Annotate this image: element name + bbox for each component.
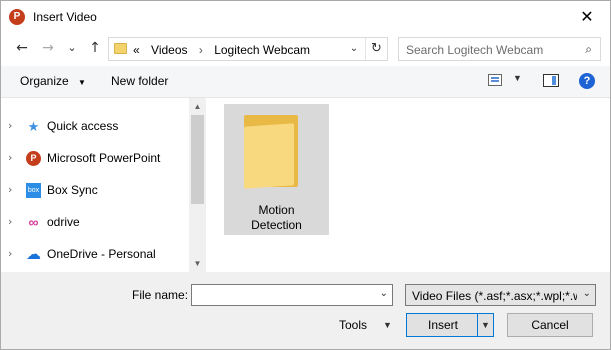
breadcrumb-overflow[interactable]: «	[133, 43, 140, 57]
preview-pane-icon[interactable]	[543, 74, 559, 87]
insert-video-dialog: P Insert Video ✕ ← → ⌄ ↑ « Videos › Logi…	[0, 0, 611, 350]
search-icon[interactable]: ⌕	[585, 42, 592, 57]
cloud-icon: ☁	[26, 246, 41, 263]
organize-caret-icon: ▼	[78, 78, 86, 87]
sidebar-item-label: Microsoft PowerPoint	[47, 151, 161, 165]
sidebar-item-microsoft-powerpoint[interactable]: › P Microsoft PowerPoint	[1, 144, 189, 172]
cancel-button[interactable]: Cancel	[507, 313, 593, 337]
search-input[interactable]: Search Logitech Webcam ⌕	[398, 37, 601, 61]
sidebar-item-quick-access[interactable]: › ★ Quick access	[1, 112, 189, 140]
sidebar-item-label: odrive	[47, 215, 80, 229]
box-icon: box	[26, 183, 41, 198]
insert-button-label: Insert	[427, 318, 458, 332]
footer-panel: File name: ⌄ Video Files (*.asf;*.asx;*.…	[1, 272, 610, 349]
sidebar-item-label: Box Sync	[47, 183, 98, 197]
breadcrumb-item-videos[interactable]: Videos	[151, 43, 187, 57]
file-type-value: Video Files (*.asf;*.asx;*.wpl;*.w	[412, 289, 577, 303]
expand-chevron-icon[interactable]: ›	[8, 119, 12, 132]
sidebar-scrollbar[interactable]: ▲ ▼	[189, 98, 206, 272]
up-button[interactable]: ↑	[85, 38, 105, 58]
file-name-input[interactable]: ⌄	[191, 284, 393, 306]
folder-icon	[114, 43, 127, 54]
file-type-select[interactable]: Video Files (*.asf;*.asx;*.wpl;*.w ⌄	[405, 284, 596, 306]
navigation-bar: ← → ⌄ ↑ « Videos › Logitech Webcam ⌄ ↻ S…	[1, 32, 610, 66]
expand-chevron-icon[interactable]: ›	[8, 183, 12, 196]
scroll-up-icon[interactable]: ▲	[189, 98, 206, 115]
insert-options-caret-icon[interactable]: ▼	[477, 314, 493, 336]
scroll-down-icon[interactable]: ▼	[189, 255, 206, 272]
close-button[interactable]: ✕	[564, 1, 610, 32]
folder-label-line: Motion	[258, 203, 295, 217]
powerpoint-app-icon: P	[9, 9, 25, 25]
sidebar-item-odrive[interactable]: › ∞ odrive	[1, 208, 189, 236]
sidebar-item-box-sync[interactable]: › box Box Sync	[1, 176, 189, 204]
insert-button[interactable]: Insert ▼	[406, 313, 494, 337]
expand-chevron-icon[interactable]: ›	[8, 215, 12, 228]
sidebar-item-label: OneDrive - Personal	[47, 247, 156, 261]
refresh-button[interactable]: ↻	[365, 38, 387, 60]
odrive-icon: ∞	[28, 214, 39, 230]
view-options-icon[interactable]	[488, 74, 502, 86]
breadcrumb: « Videos › Logitech Webcam	[133, 43, 318, 57]
address-bar[interactable]: « Videos › Logitech Webcam ⌄ ↻	[108, 37, 388, 61]
navigation-pane: › ★ Quick access › P Microsoft PowerPoin…	[1, 98, 206, 272]
forward-button[interactable]: →	[38, 38, 58, 58]
folder-item-motion-detection[interactable]: Motion Detection	[224, 104, 329, 235]
folder-icon	[244, 115, 300, 189]
chevron-down-icon[interactable]: ⌄	[583, 288, 591, 299]
tools-button[interactable]: Tools	[339, 318, 367, 332]
search-placeholder: Search Logitech Webcam	[406, 43, 544, 57]
chevron-down-icon[interactable]: ⌄	[380, 288, 388, 299]
address-dropdown-button[interactable]: ⌄	[345, 38, 363, 60]
tools-caret-icon[interactable]: ▼	[383, 320, 392, 330]
sidebar-item-label: Quick access	[47, 119, 119, 133]
view-options-caret-icon[interactable]: ▼	[513, 73, 522, 83]
file-list: Motion Detection	[209, 98, 610, 272]
command-bar: Organize ▼ New folder ▼ ?	[1, 66, 610, 98]
powerpoint-icon: P	[26, 151, 41, 166]
dialog-title: Insert Video	[33, 10, 97, 24]
title-bar: P Insert Video ✕	[1, 1, 610, 32]
help-icon[interactable]: ?	[579, 73, 595, 89]
organize-label: Organize	[20, 74, 69, 88]
expand-chevron-icon[interactable]: ›	[8, 151, 12, 164]
folder-label: Motion Detection	[224, 203, 329, 233]
star-icon: ★	[27, 119, 40, 134]
new-folder-button[interactable]: New folder	[111, 74, 168, 88]
scrollbar-thumb[interactable]	[191, 115, 204, 204]
breadcrumb-item-logitech-webcam[interactable]: Logitech Webcam	[214, 43, 310, 57]
folder-label-line: Detection	[251, 218, 302, 232]
organize-button[interactable]: Organize ▼	[20, 74, 86, 88]
back-button[interactable]: ←	[12, 38, 32, 58]
file-name-label: File name:	[132, 288, 189, 302]
recent-locations-button[interactable]: ⌄	[62, 38, 82, 58]
breadcrumb-separator[interactable]: ›	[199, 43, 203, 57]
expand-chevron-icon[interactable]: ›	[8, 247, 12, 260]
sidebar-item-onedrive-personal[interactable]: › ☁ OneDrive - Personal	[1, 240, 189, 268]
